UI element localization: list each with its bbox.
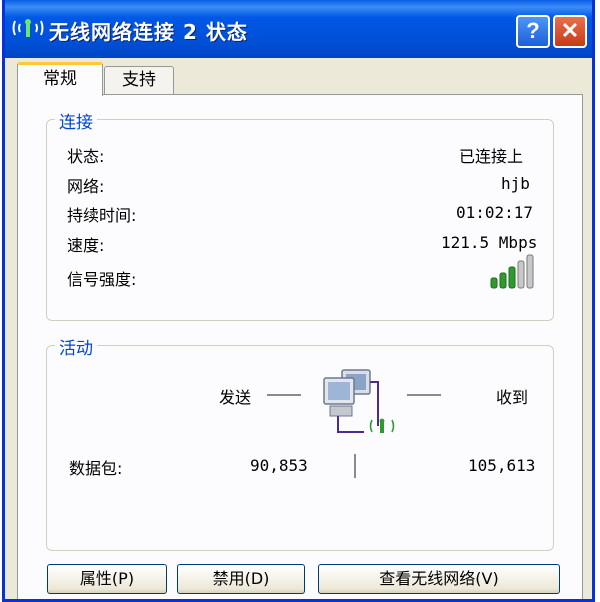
signal-bar-3 xyxy=(508,266,516,289)
sent-label: 发送 xyxy=(219,388,252,407)
title-bar[interactable]: 无线网络连接 2 状态 ? ✕ xyxy=(5,0,592,58)
network-computers-icon xyxy=(323,369,395,433)
received-dash xyxy=(407,394,441,396)
disable-button[interactable]: 禁用(D) xyxy=(177,564,305,594)
properties-button[interactable]: 属性(P) xyxy=(47,564,167,594)
tab-support[interactable]: 支持 xyxy=(104,66,174,94)
activity-group-title: 活动 xyxy=(55,334,97,359)
packets-sent-value: 90,853 xyxy=(250,456,308,475)
window-title: 无线网络连接 2 状态 xyxy=(49,20,248,44)
view-wireless-networks-button[interactable]: 查看无线网络(V) xyxy=(318,564,560,594)
status-label: 状态: xyxy=(67,147,105,166)
network-label: 网络: xyxy=(67,177,105,196)
help-button[interactable]: ? xyxy=(516,15,550,48)
close-button[interactable]: ✕ xyxy=(553,15,587,48)
duration-label: 持续时间: xyxy=(67,206,137,225)
packets-label: 数据包: xyxy=(69,459,123,478)
speed-value: 121.5 Mbps xyxy=(441,233,538,252)
signal-strength-label: 信号强度: xyxy=(67,270,137,289)
packets-received-value: 105,613 xyxy=(468,456,536,475)
status-value: 已连接上 xyxy=(459,147,524,166)
activity-group: 活动 xyxy=(46,334,554,551)
signal-bar-5 xyxy=(526,254,534,289)
network-value: hjb xyxy=(501,174,530,193)
tab-general[interactable]: 常规 xyxy=(17,62,103,96)
status-dialog: 无线网络连接 2 状态 ? ✕ 常规 支持 连接 活动 状态: 已连接上 网络:… xyxy=(2,0,595,602)
signal-bar-4 xyxy=(517,260,525,289)
sent-dash xyxy=(267,394,301,396)
connection-group-title: 连接 xyxy=(55,108,97,133)
signal-bar-1 xyxy=(490,277,498,289)
packets-divider xyxy=(354,454,356,478)
tab-panel-general: 连接 活动 xyxy=(17,94,583,599)
wireless-network-icon xyxy=(12,19,44,37)
signal-strength-bars-icon xyxy=(490,254,534,289)
received-label: 收到 xyxy=(496,388,529,407)
duration-value: 01:02:17 xyxy=(456,203,534,222)
signal-bar-2 xyxy=(499,272,507,289)
speed-label: 速度: xyxy=(67,236,105,255)
